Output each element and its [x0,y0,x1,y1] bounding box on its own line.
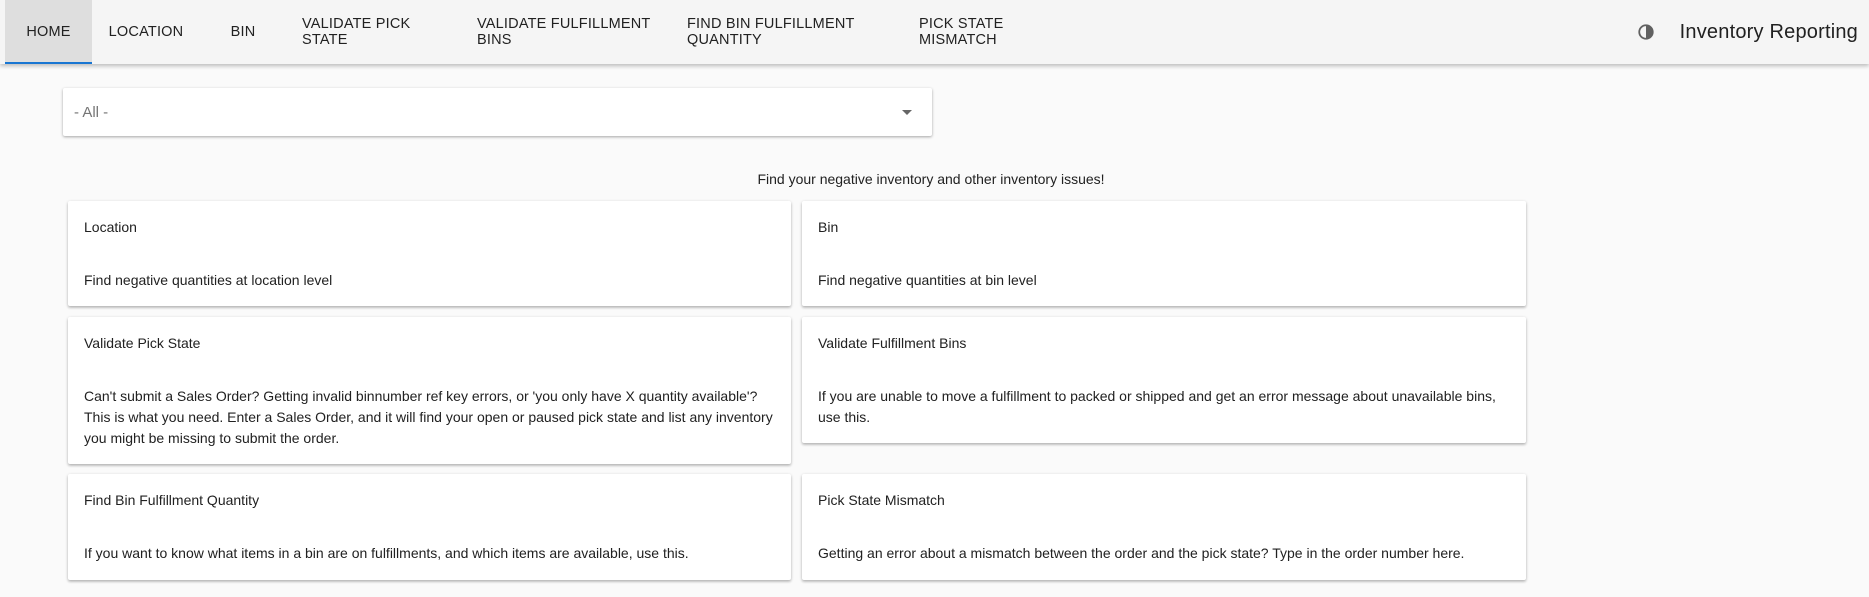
card-validate-pick-state[interactable]: Validate Pick State Can't submit a Sales… [68,317,791,464]
contrast-icon [1638,24,1654,40]
card-title: Validate Fulfillment Bins [818,335,967,351]
tab-bin[interactable]: BIN [200,0,286,64]
card-description: Getting an error about a mismatch betwee… [818,545,1465,561]
card-title: Find Bin Fulfillment Quantity [84,492,260,508]
card-location[interactable]: Location Find negative quantities at loc… [68,201,791,306]
top-navigation-bar: HOME LOCATION BIN VALIDATE PICK STATE VA… [0,0,1869,64]
card-description: Find negative quantities at location lev… [84,272,333,288]
card-title: Pick State Mismatch [818,492,945,508]
select-value: - All - [74,103,109,121]
card-title: Bin [818,219,839,235]
card-title: Location [84,219,137,235]
card-description: If you are unable to move a fulfillment … [818,388,1496,425]
card-description: Find negative quantities at bin level [818,272,1037,288]
tab-validate-pick-state[interactable]: VALIDATE PICK STATE [286,0,461,64]
tab-find-bin-fulfillment-quantity[interactable]: FIND BIN FULFILLMENT QUANTITY [671,0,903,64]
card-title: Validate Pick State [84,335,201,351]
card-description: Can't submit a Sales Order? Getting inva… [84,388,773,446]
tab-home[interactable]: HOME [5,0,92,64]
tab-location[interactable]: LOCATION [92,0,200,64]
page-subtitle: Find your negative inventory and other i… [757,171,1105,187]
card-description: If you want to know what items in a bin … [84,545,689,561]
theme-toggle-button[interactable] [1626,0,1666,64]
tab-pick-state-mismatch[interactable]: PICK STATE MISMATCH [903,0,1085,64]
dropdown-arrow-icon [902,109,912,115]
card-bin[interactable]: Bin Find negative quantities at bin leve… [802,201,1526,306]
card-validate-fulfillment-bins[interactable]: Validate Fulfillment Bins If you are una… [802,317,1526,443]
card-pick-state-mismatch[interactable]: Pick State Mismatch Getting an error abo… [802,474,1526,580]
location-filter-select[interactable]: - All - [63,88,932,136]
tab-validate-fulfillment-bins[interactable]: VALIDATE FULFILLMENT BINS [461,0,671,64]
app-title: Inventory Reporting [1679,20,1858,43]
card-find-bin-fulfillment-quantity[interactable]: Find Bin Fulfillment Quantity If you wan… [68,474,791,580]
